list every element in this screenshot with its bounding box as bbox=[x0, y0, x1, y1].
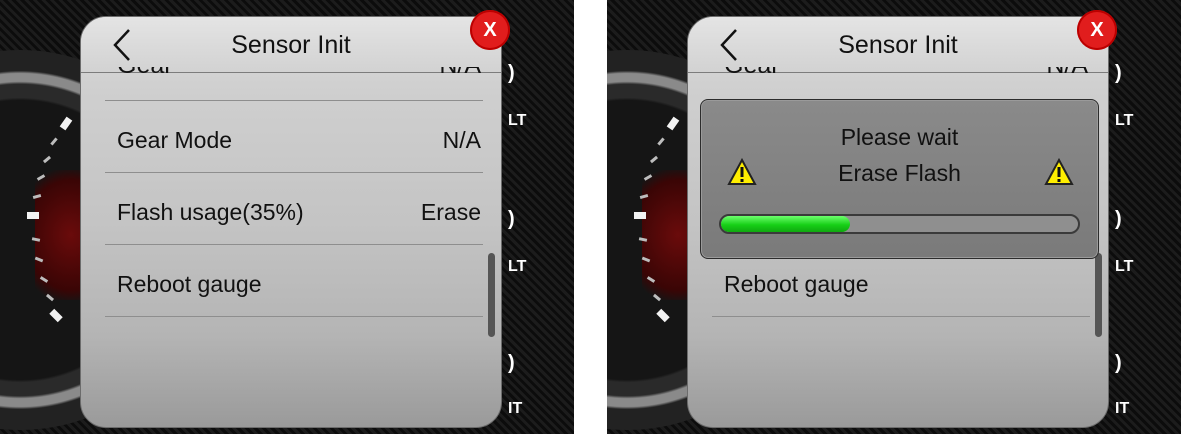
dialog-status: Erase Flash bbox=[838, 160, 961, 186]
side-label: ) bbox=[508, 62, 515, 84]
scrollbar[interactable] bbox=[1095, 253, 1102, 337]
row-label: Gear Mode bbox=[117, 127, 233, 153]
partial-row-gear: Gear N/A bbox=[724, 67, 1088, 89]
row-label: Reboot gauge bbox=[724, 271, 869, 297]
settings-panel: Sensor Init Gear N/A Gear Mode N/A Flash… bbox=[80, 16, 502, 428]
close-button[interactable]: X bbox=[470, 10, 510, 50]
side-label: ) bbox=[1115, 62, 1122, 84]
scrollbar[interactable] bbox=[488, 253, 495, 337]
close-button[interactable]: X bbox=[1077, 10, 1117, 50]
side-label: LT bbox=[1115, 112, 1134, 129]
side-label: ) bbox=[508, 208, 515, 230]
panel-header: Sensor Init bbox=[688, 17, 1108, 73]
row-flash-usage[interactable]: Flash usage(35%) Erase bbox=[105, 183, 483, 245]
row-label: Flash usage(35%) bbox=[117, 199, 304, 225]
row-gear-mode[interactable]: Gear Mode N/A bbox=[105, 111, 483, 173]
settings-panel: Sensor Init Gear N/A Reboot gauge Please… bbox=[687, 16, 1109, 428]
side-label: ) bbox=[1115, 352, 1122, 374]
left-screen: ) LT ) LT ) IT Sensor Init Gear N/A Gear… bbox=[0, 0, 574, 434]
side-label: ) bbox=[508, 352, 515, 374]
row-divider bbox=[105, 39, 483, 101]
right-screen: ) LT ) LT ) IT Sensor Init Gear N/A Rebo… bbox=[607, 0, 1181, 434]
progress-fill bbox=[721, 216, 850, 232]
side-label: LT bbox=[508, 112, 527, 129]
row-reboot-gauge[interactable]: Reboot gauge bbox=[105, 255, 483, 317]
side-label: LT bbox=[508, 258, 527, 275]
partial-row-value: N/A bbox=[1046, 67, 1088, 80]
dialog-message: Please wait bbox=[840, 124, 959, 150]
warning-icon bbox=[1044, 157, 1074, 186]
gauge-tick bbox=[634, 212, 646, 219]
page-title: Sensor Init bbox=[838, 31, 958, 59]
warning-icon bbox=[727, 157, 757, 186]
gauge-tick bbox=[27, 212, 39, 219]
side-label: IT bbox=[1115, 400, 1130, 417]
progress-bar bbox=[719, 214, 1080, 234]
row-value: N/A bbox=[442, 127, 481, 153]
row-reboot-gauge[interactable]: Reboot gauge bbox=[712, 255, 1090, 317]
close-icon: X bbox=[483, 18, 497, 41]
close-icon: X bbox=[1090, 18, 1104, 41]
progress-dialog: Please wait Erase Flash bbox=[700, 99, 1099, 259]
side-label: IT bbox=[508, 400, 523, 417]
partial-row-label: Gear bbox=[724, 67, 780, 80]
row-label: Reboot gauge bbox=[117, 271, 262, 297]
side-label: LT bbox=[1115, 258, 1134, 275]
side-label: ) bbox=[1115, 208, 1122, 230]
erase-button[interactable]: Erase bbox=[421, 199, 481, 226]
